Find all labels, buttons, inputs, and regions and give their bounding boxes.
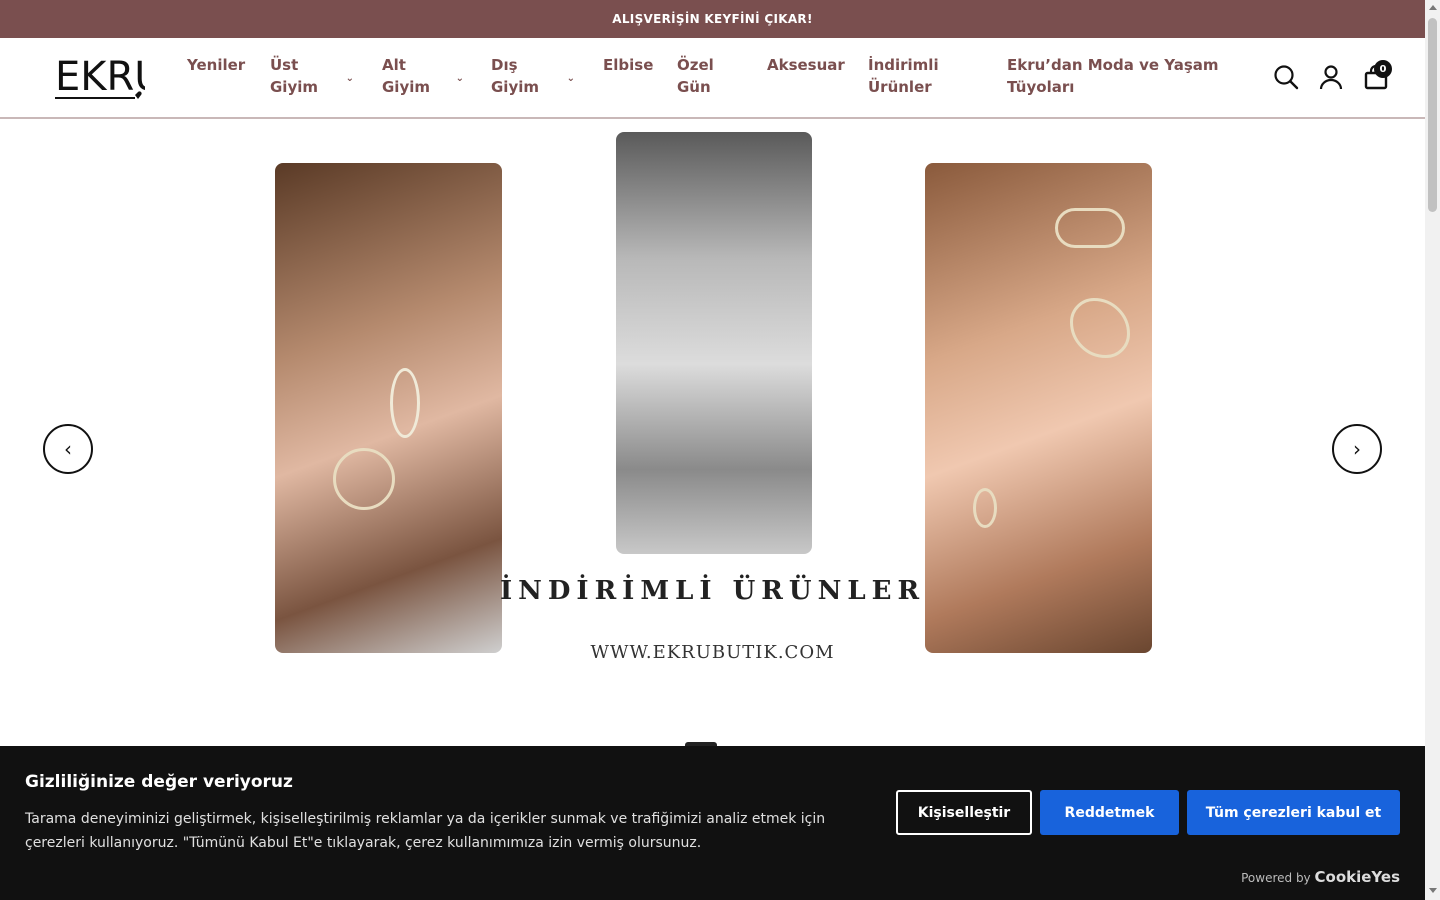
hero-image-model bbox=[616, 132, 812, 554]
customize-button[interactable]: Kişiselleştir bbox=[896, 790, 1032, 835]
hero-slider: İNDİRİMLİ ÜRÜNLER WWW.EKRUBUTIK.COM ‹ › bbox=[0, 120, 1425, 746]
nav-ozel-gun[interactable]: Özel Gün bbox=[677, 54, 727, 98]
nav-ust-giyim[interactable]: Üst Giyim ⌄ bbox=[270, 54, 354, 98]
reject-button[interactable]: Reddetmek bbox=[1040, 790, 1179, 835]
hoop-shape bbox=[333, 448, 395, 510]
chevron-left-icon: ‹ bbox=[64, 437, 72, 461]
nav-dis-giyim[interactable]: Dış Giyim ⌄ bbox=[491, 54, 575, 98]
cookie-text: Tarama deneyiminizi geliştirmek, kişisel… bbox=[25, 811, 826, 851]
accept-all-button[interactable]: Tüm çerezleri kabul et bbox=[1187, 790, 1400, 835]
cookie-banner: Gizliliğinize değer veriyoruz Tarama den… bbox=[0, 746, 1425, 900]
nav-elbise[interactable]: Elbise bbox=[603, 54, 663, 76]
cookieyes-logo: CookieYes bbox=[1314, 868, 1401, 886]
nav-aksesuar[interactable]: Aksesuar bbox=[767, 54, 847, 76]
nav-alt-giyim-label: Alt Giyim bbox=[382, 56, 431, 96]
earring-shape bbox=[390, 368, 420, 438]
slider-prev-button[interactable]: ‹ bbox=[43, 424, 93, 474]
nav-tuyolar[interactable]: Ekru’dan Moda ve Yaşam Tüyoları bbox=[1007, 54, 1227, 98]
scroll-down-icon[interactable] bbox=[1429, 888, 1437, 893]
announcement-bar: ALIŞVERİŞİN KEYFİNİ ÇIKAR! bbox=[0, 0, 1425, 38]
nav-indirimli[interactable]: İndirimli Ürünler bbox=[868, 54, 948, 98]
powered-by[interactable]: Powered by CookieYes bbox=[1241, 868, 1400, 886]
nav-ust-giyim-label: Üst Giyim bbox=[270, 56, 319, 96]
cookie-title: Gizliliğinize değer veriyoruz bbox=[25, 772, 293, 792]
cart-count-badge: 0 bbox=[1374, 60, 1392, 78]
chevron-right-icon: › bbox=[1353, 437, 1361, 461]
hero-title: İNDİRİMLİ ÜRÜNLER bbox=[499, 576, 926, 606]
account-icon[interactable] bbox=[1318, 64, 1344, 90]
site-header: EKRU Yeniler Üst Giyim ⌄ Alt Giyim ⌄ Dış… bbox=[0, 38, 1425, 119]
powered-by-label: Powered by bbox=[1241, 871, 1311, 885]
nav-alt-giyim[interactable]: Alt Giyim ⌄ bbox=[382, 54, 464, 98]
nav-yeniler[interactable]: Yeniler bbox=[187, 54, 247, 76]
scroll-up-icon[interactable] bbox=[1429, 5, 1437, 10]
scrollbar-thumb[interactable] bbox=[1428, 18, 1437, 212]
chevron-down-icon: ⌄ bbox=[566, 73, 575, 84]
chevron-down-icon: ⌄ bbox=[455, 73, 464, 84]
chevron-down-icon: ⌄ bbox=[345, 73, 354, 84]
small-hoop-shape bbox=[973, 488, 997, 528]
search-icon[interactable] bbox=[1273, 64, 1299, 90]
hero-url: WWW.EKRUBUTIK.COM bbox=[590, 642, 835, 663]
page: ALIŞVERİŞİN KEYFİNİ ÇIKAR! EKRU Yeniler … bbox=[0, 0, 1440, 900]
ear-cuff-shape bbox=[1055, 208, 1125, 248]
logo[interactable]: EKRU bbox=[55, 50, 164, 108]
scrollbar[interactable] bbox=[1425, 0, 1440, 900]
slider-next-button[interactable]: › bbox=[1332, 424, 1382, 474]
nav-dis-giyim-label: Dış Giyim bbox=[491, 56, 540, 96]
butterfly-shape bbox=[1070, 298, 1130, 358]
logo-text: EKRU bbox=[55, 54, 145, 100]
